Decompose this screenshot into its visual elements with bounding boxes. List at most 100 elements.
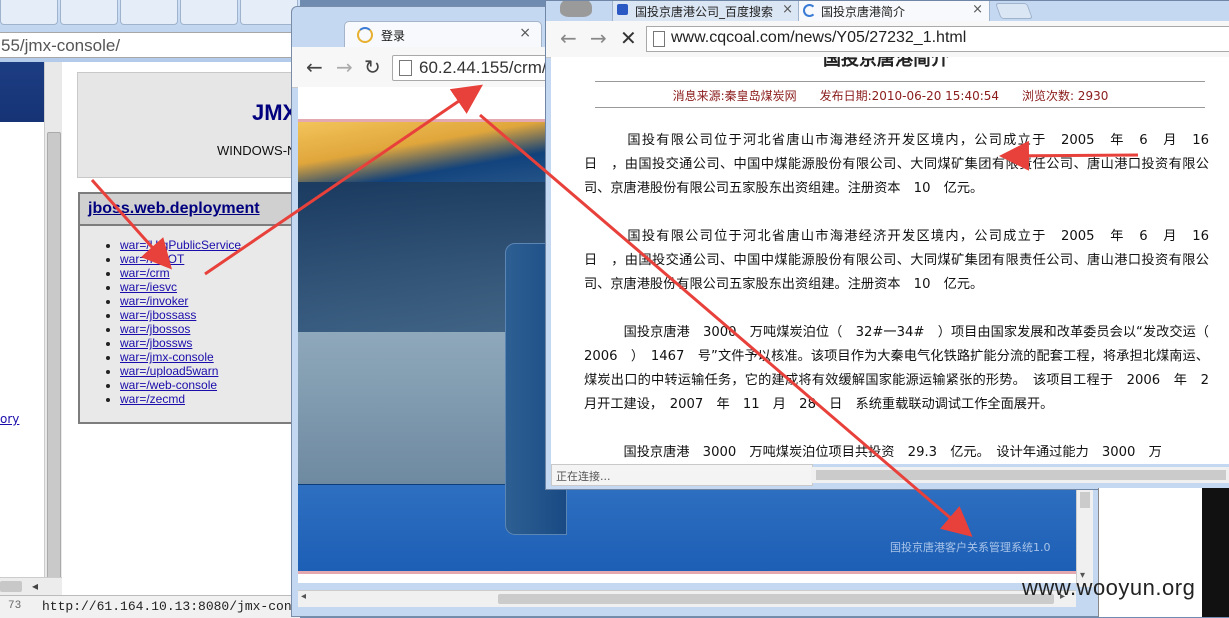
address-text: www.cqcoal.com/news/Y05/27232_1.html bbox=[671, 29, 967, 46]
deployment-link[interactable]: war=/jbossos bbox=[120, 322, 190, 336]
status-bar: 正在连接... bbox=[551, 464, 813, 486]
deployment-link[interactable]: war=/invoker bbox=[120, 294, 188, 308]
vertical-scrollbar[interactable] bbox=[44, 62, 63, 617]
address-text: 60.2.44.155/crm/ bbox=[419, 58, 547, 77]
deployment-item: war=/upload5warn bbox=[120, 364, 241, 378]
deployment-link[interactable]: war=/zecmd bbox=[120, 392, 185, 406]
stop-icon[interactable]: ✕ bbox=[620, 26, 637, 50]
divider bbox=[595, 107, 1205, 108]
page-icon bbox=[653, 31, 665, 47]
article-paragraph: 国投有限公司位于河北省唐山市海港经济开发区境内，公司成立于 2005 年 6 月… bbox=[584, 229, 1223, 292]
forward-arrow-icon[interactable]: → bbox=[590, 26, 607, 50]
browser-tab[interactable] bbox=[180, 0, 238, 25]
watermark: www.wooyun.org bbox=[1022, 575, 1196, 600]
system-name: 国投京唐港客户关系管理系统1.0 bbox=[890, 541, 1051, 554]
incognito-icon bbox=[560, 1, 592, 17]
deployment-item: war=/UtgPublicService bbox=[120, 238, 241, 252]
article-paragraph: 国投有限公司位于河北省唐山市海港经济开发区境内，公司成立于 2005 年 6 月… bbox=[584, 133, 1223, 196]
deployment-list: war=/UtgPublicServicewar=/ROOTwar=/crmwa… bbox=[120, 238, 241, 406]
article-paragraph: 国投京唐港 3000 万吨煤炭泊位（ 32#一34# ）项目由国家发展和改革委员… bbox=[584, 325, 1223, 412]
close-icon[interactable]: × bbox=[519, 25, 531, 41]
deployment-item: war=/zecmd bbox=[120, 392, 241, 406]
address-text: 55/jmx-console/ bbox=[1, 36, 121, 55]
scrollbar-thumb[interactable] bbox=[47, 132, 61, 617]
deployment-link[interactable]: war=/jmx-console bbox=[120, 350, 214, 364]
horizontal-scrollbar[interactable]: ◂ bbox=[0, 577, 62, 596]
reload-icon[interactable]: ↻ bbox=[364, 55, 381, 79]
deployment-link[interactable]: war=/jbossws bbox=[120, 336, 192, 350]
deployment-item: war=/invoker bbox=[120, 294, 241, 308]
deployment-link[interactable]: war=/ROOT bbox=[120, 252, 184, 266]
address-bar[interactable]: www.cqcoal.com/news/Y05/27232_1.html bbox=[646, 26, 1229, 52]
status-number: 73 bbox=[8, 600, 22, 612]
back-arrow-icon[interactable]: ← bbox=[560, 26, 577, 50]
news-window: 国投京唐港公司_百度搜索 × 国投京唐港简介 × ← → ✕ www.cqcoa… bbox=[545, 0, 1229, 490]
forward-arrow-icon[interactable]: → bbox=[336, 55, 353, 79]
article-paragraph: 国投京唐港 3000 万吨煤炭泊位项目共投资 29.3 亿元。 设计年通过能力 … bbox=[584, 445, 1162, 460]
deployment-link[interactable]: war=/upload5warn bbox=[120, 364, 218, 378]
browser-tab[interactable] bbox=[0, 0, 58, 25]
scrollbar-thumb[interactable] bbox=[0, 581, 22, 592]
tab-login[interactable]: 登录 × bbox=[344, 21, 542, 48]
browser-tab[interactable] bbox=[240, 0, 298, 25]
deployment-item: war=/jbossos bbox=[120, 322, 241, 336]
address-bar[interactable]: 60.2.44.155/crm/ bbox=[392, 55, 554, 81]
deployment-item: war=/jbossws bbox=[120, 336, 241, 350]
browser-tab[interactable] bbox=[60, 0, 118, 25]
back-arrow-icon[interactable]: ← bbox=[306, 55, 323, 79]
tab-title: 登录 bbox=[381, 29, 406, 43]
deployment-item: war=/ROOT bbox=[120, 252, 241, 266]
tab-baidu-search[interactable]: 国投京唐港公司_百度搜索 × bbox=[612, 1, 800, 22]
left-frame-link[interactable]: ory bbox=[0, 412, 19, 426]
left-frame bbox=[0, 122, 44, 577]
new-tab-button[interactable] bbox=[995, 3, 1033, 19]
deployment-item: war=/jmx-console bbox=[120, 350, 241, 364]
deployment-link[interactable]: war=/jbossass bbox=[120, 308, 196, 322]
scrollbar-thumb[interactable] bbox=[816, 470, 1226, 480]
horizontal-scrollbar[interactable]: ◂ ▸ bbox=[298, 590, 1076, 607]
toolbar: ← → ✕ www.cqcoal.com/news/Y05/27232_1.ht… bbox=[546, 21, 1229, 58]
horizontal-scrollbar[interactable] bbox=[811, 467, 1229, 483]
deployment-link[interactable]: war=/iesvc bbox=[120, 280, 177, 294]
deployment-header: jboss.web.deployment bbox=[80, 194, 300, 226]
page-icon bbox=[399, 60, 412, 76]
article-meta: 消息来源:秦皇岛煤炭网 发布日期:2010-06-20 15:40:54 浏览次… bbox=[672, 89, 1109, 103]
left-frame-header bbox=[0, 62, 44, 122]
deployment-item: war=/crm bbox=[120, 266, 241, 280]
divider bbox=[595, 81, 1205, 82]
browser-chrome: 55/jmx-console/ bbox=[0, 0, 300, 62]
close-icon[interactable]: × bbox=[782, 2, 793, 17]
browser-tab[interactable] bbox=[120, 0, 178, 25]
tab-title: 国投京唐港简介 bbox=[821, 5, 906, 19]
deployment-link[interactable]: war=/UtgPublicService bbox=[120, 238, 241, 252]
banner-footer bbox=[298, 485, 1088, 571]
close-icon[interactable]: × bbox=[972, 2, 983, 17]
article-title: 国投京唐港简介 bbox=[823, 57, 949, 70]
banner-roof bbox=[298, 122, 558, 182]
scrollbar-thumb[interactable] bbox=[498, 594, 1054, 604]
scrollbar-thumb[interactable] bbox=[1080, 492, 1090, 508]
deployment-link[interactable]: war=/web-console bbox=[120, 378, 217, 392]
deployment-item: war=/iesvc bbox=[120, 280, 241, 294]
address-bar[interactable]: 55/jmx-console/ bbox=[0, 32, 300, 58]
status-url: http://61.164.10.13:8080/jmx-con bbox=[42, 599, 292, 614]
deployment-item: war=/web-console bbox=[120, 378, 241, 392]
loading-icon bbox=[803, 4, 816, 17]
dark-window-edge bbox=[1202, 488, 1229, 617]
jmx-subtitle: WINDOWS-N bbox=[217, 143, 297, 158]
news-article: 国投京唐港简介 消息来源:秦皇岛煤炭网 发布日期:2010-06-20 15:4… bbox=[551, 57, 1229, 464]
tab-title: 国投京唐港公司_百度搜索 bbox=[635, 5, 774, 19]
tab-news[interactable]: 国投京唐港简介 × bbox=[798, 1, 990, 22]
jmx-console-window: 55/jmx-console/ ory ◂ JMX WINDOWS-N jbos… bbox=[0, 0, 300, 617]
status-text: 正在连接... bbox=[556, 470, 611, 483]
scroll-left-arrow-icon[interactable]: ◂ bbox=[301, 591, 306, 602]
baidu-paw-icon bbox=[617, 4, 628, 15]
scroll-right-arrow-icon[interactable]: ◂ bbox=[32, 579, 38, 593]
status-bar: 73 http://61.164.10.13:8080/jmx-con bbox=[0, 595, 300, 618]
deployment-item: war=/jbossass bbox=[120, 308, 241, 322]
loading-spinner-icon bbox=[357, 27, 373, 43]
deployment-heading-link[interactable]: jboss.web.deployment bbox=[88, 200, 260, 218]
divider bbox=[298, 571, 1088, 574]
deployment-link[interactable]: war=/crm bbox=[120, 266, 170, 280]
deployment-box: jboss.web.deployment war=/UtgPublicServi… bbox=[78, 192, 300, 424]
